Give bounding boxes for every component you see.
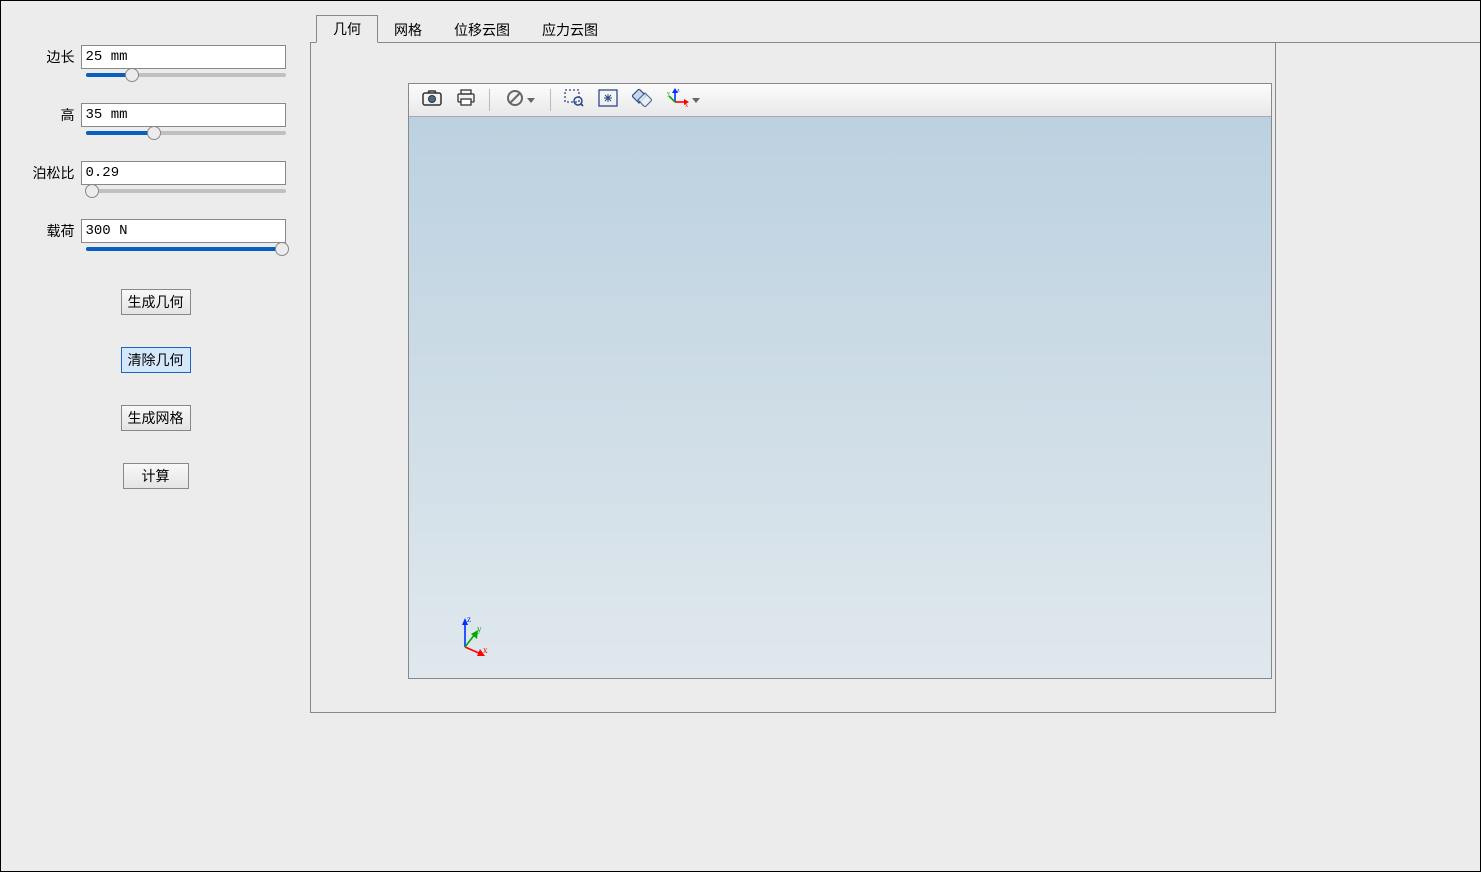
label-poisson: 泊松比 bbox=[26, 163, 81, 183]
clear-geometry-button[interactable]: 清除几何 bbox=[121, 347, 191, 373]
tab-bar: 几何 网格 位移云图 应力云图 bbox=[310, 19, 1480, 43]
generate-mesh-button[interactable]: 生成网格 bbox=[121, 405, 191, 431]
printer-icon bbox=[456, 89, 476, 112]
input-length[interactable] bbox=[81, 45, 286, 69]
zoom-extents-button[interactable] bbox=[593, 86, 623, 114]
axis-z-label: z bbox=[467, 614, 471, 624]
label-length: 边长 bbox=[26, 47, 81, 67]
param-row-length: 边长 bbox=[26, 45, 286, 69]
slider-height[interactable] bbox=[26, 131, 286, 135]
slider-load[interactable] bbox=[26, 247, 286, 251]
transparency-button[interactable] bbox=[627, 86, 657, 114]
screenshot-button[interactable] bbox=[417, 86, 447, 114]
camera-icon bbox=[422, 90, 442, 111]
axis-icon: z x y bbox=[667, 88, 689, 113]
axis-x-label: x bbox=[483, 645, 488, 655]
tab-stress[interactable]: 应力云图 bbox=[526, 17, 614, 43]
slider-length[interactable] bbox=[26, 73, 286, 77]
param-row-poisson: 泊松比 bbox=[26, 161, 286, 185]
chevron-down-icon bbox=[692, 98, 700, 103]
toolbar-separator bbox=[550, 89, 551, 111]
chevron-down-icon bbox=[527, 98, 535, 103]
zoom-extents-icon bbox=[598, 89, 618, 112]
axis-triad: z x y bbox=[447, 612, 493, 658]
viewport-3d[interactable]: z x y bbox=[409, 117, 1271, 678]
transparency-icon bbox=[632, 89, 652, 112]
input-poisson[interactable] bbox=[81, 161, 286, 185]
tab-panel-geometry: z x y bbox=[310, 43, 1276, 713]
zoom-box-button[interactable] bbox=[559, 86, 589, 114]
axis-orientation-button[interactable]: z x y bbox=[661, 86, 705, 114]
label-height: 高 bbox=[26, 105, 81, 125]
disable-button[interactable] bbox=[498, 86, 542, 114]
param-row-load: 载荷 bbox=[26, 219, 286, 243]
content-area: 几何 网格 位移云图 应力云图 bbox=[310, 1, 1480, 871]
label-load: 载荷 bbox=[26, 221, 81, 241]
input-load[interactable] bbox=[81, 219, 286, 243]
sidebar-panel: 边长 高 泊松比 bbox=[1, 1, 310, 871]
toolbar-separator bbox=[489, 89, 490, 111]
svg-text:y: y bbox=[667, 91, 670, 97]
slider-poisson[interactable] bbox=[26, 189, 286, 193]
tab-displacement[interactable]: 位移云图 bbox=[438, 17, 526, 43]
zoom-box-icon bbox=[564, 89, 584, 112]
print-button[interactable] bbox=[451, 86, 481, 114]
no-entry-icon bbox=[506, 89, 524, 112]
viewport-3d-container: z x y bbox=[408, 83, 1272, 679]
svg-text:x: x bbox=[685, 103, 688, 108]
svg-text:z: z bbox=[677, 88, 680, 94]
generate-geometry-button[interactable]: 生成几何 bbox=[121, 289, 191, 315]
viewport-toolbar: z x y bbox=[409, 84, 1271, 117]
tab-geometry[interactable]: 几何 bbox=[316, 15, 378, 43]
input-height[interactable] bbox=[81, 103, 286, 127]
param-row-height: 高 bbox=[26, 103, 286, 127]
tab-mesh[interactable]: 网格 bbox=[378, 17, 438, 43]
axis-y-label: y bbox=[477, 624, 482, 634]
compute-button[interactable]: 计算 bbox=[123, 463, 189, 489]
